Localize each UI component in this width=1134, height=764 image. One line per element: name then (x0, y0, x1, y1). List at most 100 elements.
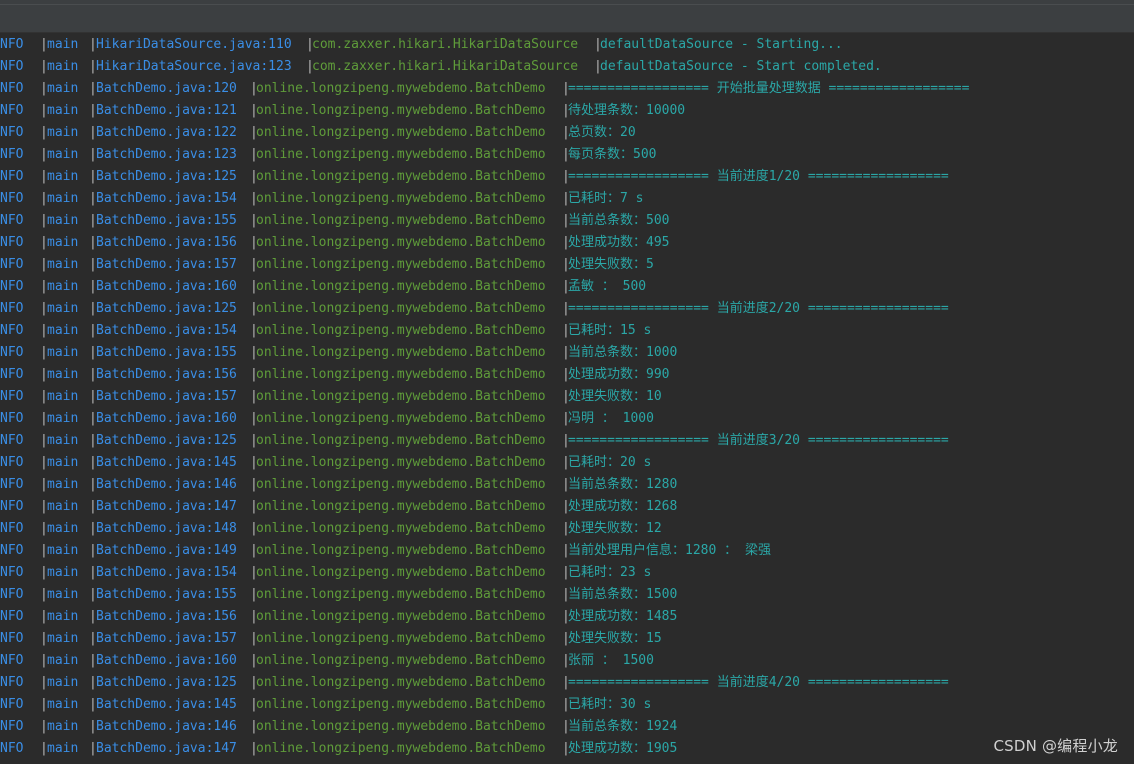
log-thread: main (47, 191, 79, 206)
log-message: ================== 开始批量处理数据 ============… (568, 81, 970, 96)
log-thread: main (47, 169, 79, 184)
log-message: 张丽 ： 1500 (568, 653, 654, 668)
log-thread: main (47, 521, 79, 536)
log-line: NFO | main | BatchDemo.java:156 | online.longz… (0, 606, 1134, 628)
log-level: NFO (0, 147, 24, 162)
log-location: BatchDemo.java:149 (96, 543, 237, 558)
log-location: BatchDemo.java:160 (96, 411, 237, 426)
log-class: online.longzipeng.mywebdemo.BatchDemo (256, 631, 546, 646)
log-line: NFO | main | BatchDemo.java:120 | online.longz… (0, 78, 1134, 100)
log-thread: main (47, 367, 79, 382)
log-line: NFO | main | BatchDemo.java:125 | online.longz… (0, 430, 1134, 452)
log-location: BatchDemo.java:157 (96, 257, 237, 272)
log-line: NFO | main | BatchDemo.java:125 | online.longz… (0, 672, 1134, 694)
log-thread: main (47, 389, 79, 404)
log-line: NFO | main | BatchDemo.java:160 | online.longz… (0, 650, 1134, 672)
log-message: defaultDataSource - Start completed. (600, 59, 882, 74)
log-location: BatchDemo.java:145 (96, 455, 237, 470)
log-class: online.longzipeng.mywebdemo.BatchDemo (256, 389, 546, 404)
log-level: NFO (0, 455, 24, 470)
log-class: online.longzipeng.mywebdemo.BatchDemo (256, 345, 546, 360)
log-class: online.longzipeng.mywebdemo.BatchDemo (256, 81, 546, 96)
log-class: online.longzipeng.mywebdemo.BatchDemo (256, 477, 546, 492)
log-message: 当前总条数：1924 (568, 719, 678, 734)
log-message: 待处理条数：10000 (568, 103, 686, 118)
log-location: BatchDemo.java:123 (96, 147, 237, 162)
log-thread: main (47, 543, 79, 558)
log-message: 当前处理用户信息：1280 ： 梁强 (568, 543, 771, 558)
log-level: NFO (0, 587, 24, 602)
log-thread: main (47, 631, 79, 646)
log-level: NFO (0, 543, 24, 558)
log-thread: main (47, 719, 79, 734)
log-line: NFO | main | HikariDataSource.java:123 | com.z… (0, 56, 1134, 78)
log-level: NFO (0, 279, 24, 294)
log-message: 处理成功数：1485 (568, 609, 678, 624)
log-line: NFO | main | BatchDemo.java:154 | online.longz… (0, 320, 1134, 342)
log-line: NFO | main | BatchDemo.java:123 | online.longz… (0, 144, 1134, 166)
log-class: online.longzipeng.mywebdemo.BatchDemo (256, 125, 546, 140)
log-message: 已耗时：30 s (568, 697, 652, 712)
console-toolbar (0, 0, 1134, 33)
log-line: NFO | main | BatchDemo.java:146 | online.longz… (0, 716, 1134, 738)
log-location: BatchDemo.java:157 (96, 631, 237, 646)
log-message: 已耗时：20 s (568, 455, 652, 470)
log-class: online.longzipeng.mywebdemo.BatchDemo (256, 675, 546, 690)
log-level: NFO (0, 653, 24, 668)
log-class: online.longzipeng.mywebdemo.BatchDemo (256, 653, 546, 668)
log-message: 当前总条数：1280 (568, 477, 678, 492)
log-location: BatchDemo.java:148 (96, 521, 237, 536)
log-location: BatchDemo.java:155 (96, 587, 237, 602)
log-message: 处理失败数：10 (568, 389, 662, 404)
log-level: NFO (0, 741, 24, 756)
log-level: NFO (0, 609, 24, 624)
toolbar-edge (0, 4, 1134, 5)
log-level: NFO (0, 323, 24, 338)
log-class: online.longzipeng.mywebdemo.BatchDemo (256, 411, 546, 426)
log-thread: main (47, 345, 79, 360)
log-line: NFO | main | BatchDemo.java:146 | online.longz… (0, 474, 1134, 496)
log-line: NFO | main | BatchDemo.java:147 | online.longz… (0, 738, 1134, 760)
log-level: NFO (0, 37, 24, 52)
console-output[interactable]: NFO | main | HikariDataSource.java:110 | com.z… (0, 34, 1134, 764)
log-location: BatchDemo.java:145 (96, 697, 237, 712)
log-level: NFO (0, 719, 24, 734)
log-message: 已耗时：23 s (568, 565, 652, 580)
log-line: NFO | main | BatchDemo.java:160 | online.longz… (0, 408, 1134, 430)
log-class: online.longzipeng.mywebdemo.BatchDemo (256, 235, 546, 250)
log-level: NFO (0, 59, 24, 74)
log-thread: main (47, 323, 79, 338)
log-line: NFO | main | BatchDemo.java:155 | online.longz… (0, 342, 1134, 364)
log-thread: main (47, 565, 79, 580)
log-location: BatchDemo.java:147 (96, 741, 237, 756)
watermark: CSDN @编程小龙 (993, 737, 1118, 755)
log-level: NFO (0, 235, 24, 250)
log-level: NFO (0, 389, 24, 404)
log-message: ================== 当前进度2/20 ============… (568, 301, 949, 316)
log-line: NFO | main | BatchDemo.java:157 | online.longz… (0, 386, 1134, 408)
log-location: BatchDemo.java:154 (96, 191, 237, 206)
log-line: NFO | main | BatchDemo.java:155 | online.longz… (0, 210, 1134, 232)
log-message: 孟敏 ： 500 (568, 279, 647, 294)
log-location: HikariDataSource.java:123 (96, 59, 292, 74)
log-class: online.longzipeng.mywebdemo.BatchDemo (256, 433, 546, 448)
log-line: NFO | main | BatchDemo.java:160 | online.longz… (0, 276, 1134, 298)
log-message: 已耗时：15 s (568, 323, 652, 338)
log-message: 冯明 ： 1000 (568, 411, 654, 426)
log-message: 处理成功数：1905 (568, 741, 678, 756)
log-thread: main (47, 59, 79, 74)
log-level: NFO (0, 675, 24, 690)
log-line: NFO | main | BatchDemo.java:155 | online.longz… (0, 584, 1134, 606)
log-class: online.longzipeng.mywebdemo.BatchDemo (256, 279, 546, 294)
log-thread: main (47, 235, 79, 250)
log-message: 总页数：20 (568, 125, 636, 140)
log-line: NFO | main | BatchDemo.java:157 | online.longz… (0, 628, 1134, 650)
log-message: 每页条数：500 (568, 147, 657, 162)
log-thread: main (47, 609, 79, 624)
log-message: 处理成功数：990 (568, 367, 670, 382)
log-level: NFO (0, 213, 24, 228)
log-thread: main (47, 653, 79, 668)
log-class: online.longzipeng.mywebdemo.BatchDemo (256, 521, 546, 536)
log-location: BatchDemo.java:121 (96, 103, 237, 118)
log-message: 处理失败数：12 (568, 521, 662, 536)
